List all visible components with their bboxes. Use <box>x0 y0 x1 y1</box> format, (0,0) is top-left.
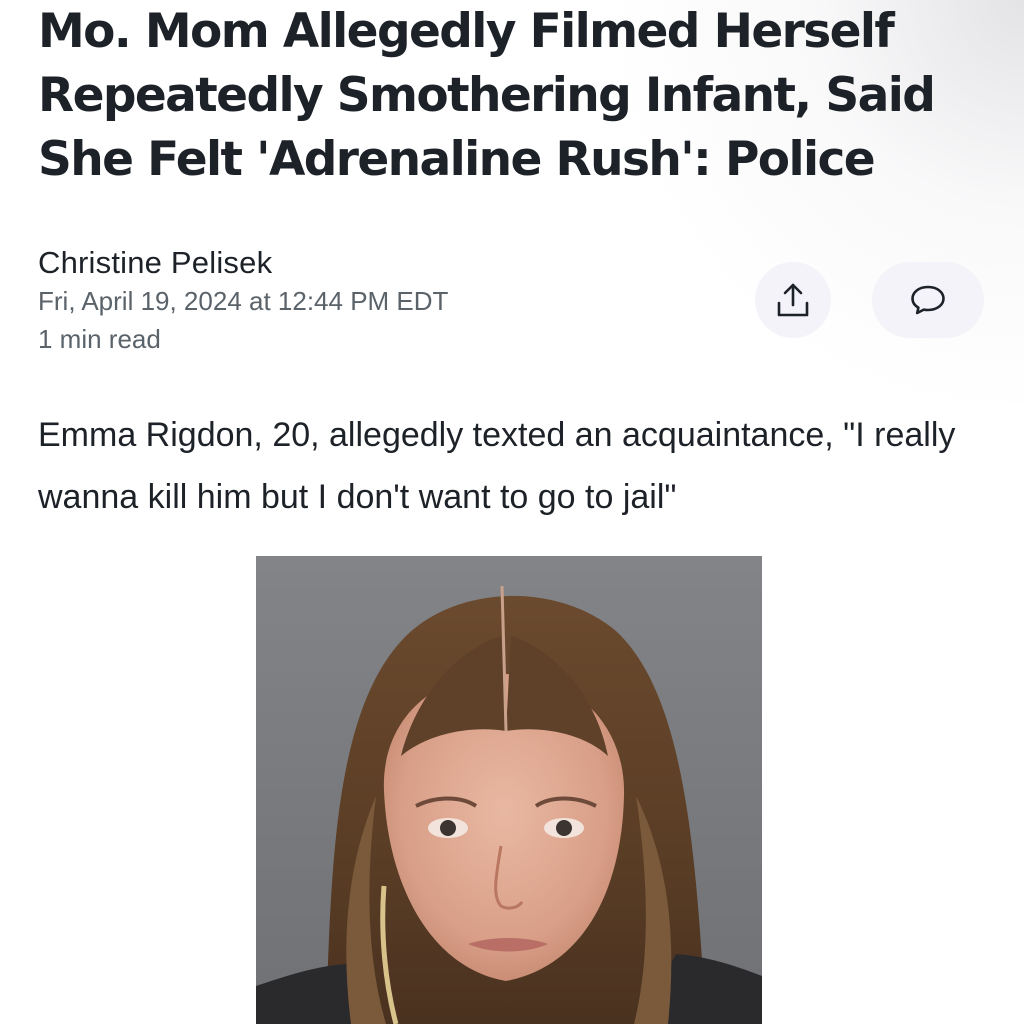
article-headline: Mo. Mom Allegedly Filmed Herself Repeate… <box>38 4 936 187</box>
publish-date: Fri, April 19, 2024 at 12:44 PM EDT <box>38 286 449 316</box>
share-button[interactable] <box>755 262 831 338</box>
article-summary: Emma Rigdon, 20, allegedly texted an acq… <box>38 416 956 516</box>
author-name[interactable]: Christine Pelisek <box>38 244 448 282</box>
mugshot-illustration <box>256 556 762 1024</box>
share-icon <box>777 283 809 317</box>
mugshot-photo[interactable] <box>256 556 762 1024</box>
comment-icon <box>911 285 945 315</box>
comment-button[interactable] <box>872 262 984 338</box>
read-time: 1 min read <box>38 324 161 354</box>
byline: Christine Pelisek Fri, April 19, 2024 at… <box>38 244 448 358</box>
